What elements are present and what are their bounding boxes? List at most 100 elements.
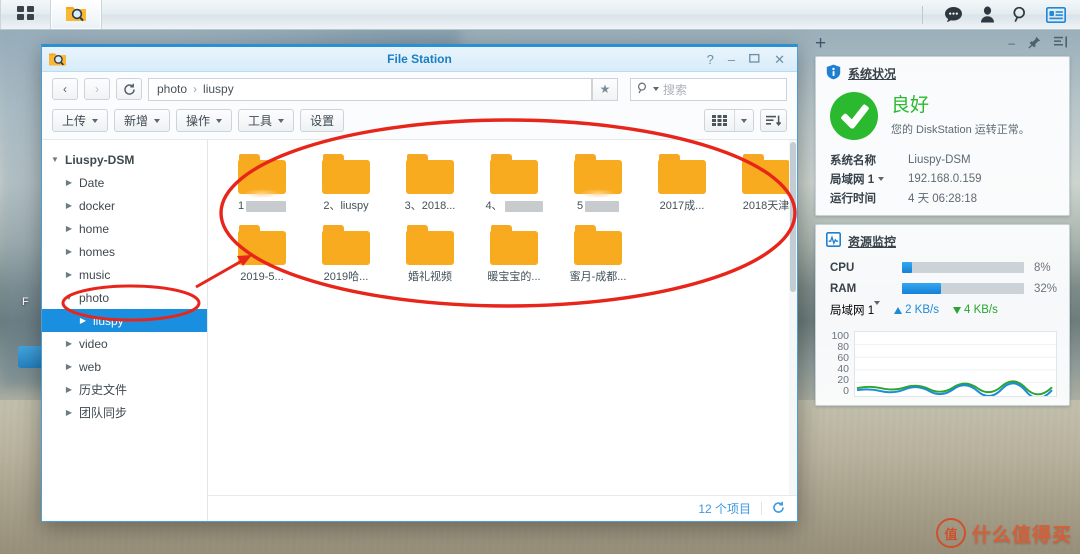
refresh-icon[interactable] (772, 501, 785, 517)
breadcrumb[interactable]: photo › liuspy (148, 77, 592, 101)
minimize-button[interactable]: – (728, 53, 735, 66)
folder-item[interactable]: 2018天津 (724, 154, 797, 213)
folder-label-prefix: 5 (576, 200, 584, 212)
cpu-label: CPU (830, 261, 855, 274)
folder-label-text: 2019-5... (240, 271, 284, 283)
taskbar (0, 0, 1080, 30)
folder-item[interactable]: 2、liuspy (304, 154, 388, 213)
chevron-right-icon[interactable]: ▶ (78, 316, 88, 325)
help-button[interactable]: ? (707, 53, 714, 66)
folder-icon (658, 154, 706, 194)
chevron-right-icon[interactable]: ▶ (64, 178, 74, 187)
folder-item[interactable]: 2019-5... (220, 225, 304, 284)
folder-item[interactable]: 蜜月-成都... (556, 225, 640, 284)
forward-button[interactable]: › (84, 78, 110, 100)
chevron-right-icon[interactable]: ▶ (64, 385, 74, 394)
watermark-text: 什么值得买 (971, 524, 1072, 546)
tree-node-photo[interactable]: ▼ photo (42, 286, 207, 309)
taskbar-file-station-button[interactable] (51, 0, 102, 29)
upload-rate: 2 KB/s (894, 304, 939, 316)
system-health-text: 良好 您的 DiskStation 运转正常。 (891, 95, 1030, 137)
folder-label: 暖宝宝的... (487, 270, 540, 284)
tree-node-label: liuspy (93, 313, 124, 328)
system-info-key[interactable]: 局域网 1 (830, 171, 908, 187)
folder-item[interactable]: 1 (220, 154, 304, 213)
view-dropdown-icon[interactable] (735, 110, 753, 131)
resource-monitor-label[interactable]: 资源监控 (848, 233, 896, 250)
grid-menu-icon (16, 5, 36, 24)
chevron-right-icon[interactable]: ▶ (64, 201, 74, 210)
upload-button[interactable]: 上传 (52, 109, 109, 132)
search-input[interactable]: 搜索 (630, 77, 787, 101)
settings-button[interactable]: 设置 (300, 109, 345, 132)
tree-node-docker[interactable]: ▶ docker (42, 194, 207, 217)
tree-node-历史文件[interactable]: ▶ 历史文件 (42, 378, 207, 401)
widget-panel-controls: – (1008, 36, 1068, 51)
pin-icon[interactable] (1028, 36, 1041, 51)
window-titlebar[interactable]: File Station ? – ✕ (42, 47, 797, 72)
breadcrumb-item-liuspy[interactable]: liuspy (203, 82, 234, 96)
action-button[interactable]: 操作 (176, 109, 233, 132)
folder-icon (322, 154, 370, 194)
folder-item[interactable]: 5 (556, 154, 640, 213)
tools-button[interactable]: 工具 (238, 109, 295, 132)
chart-y-axis: 100 80 60 40 20 0 (824, 331, 854, 397)
person-icon[interactable] (980, 6, 995, 23)
network-row: 局域网 1 2 KB/s 4 KB/s (830, 299, 1059, 321)
new-button[interactable]: 新增 (114, 109, 171, 132)
search-dropdown-icon[interactable] (653, 87, 659, 91)
tree-node-home[interactable]: ▶ home (42, 217, 207, 240)
folder-item[interactable]: 3、2018... (388, 154, 472, 213)
chevron-down-icon[interactable]: ▼ (64, 293, 74, 302)
sort-icon[interactable] (760, 109, 787, 132)
chevron-right-icon[interactable]: ▶ (64, 339, 74, 348)
chevron-right-icon[interactable]: ▶ (64, 270, 74, 279)
content-scrollbar[interactable] (789, 140, 797, 495)
chevron-right-icon[interactable]: ▶ (64, 362, 74, 371)
widget-minimize-button[interactable]: – (1008, 37, 1015, 49)
taskbar-main-menu-button[interactable] (0, 0, 51, 29)
tree-node-liuspy[interactable]: ▶ liuspy (42, 309, 207, 332)
tree-node-homes[interactable]: ▶ homes (42, 240, 207, 263)
add-widget-button[interactable]: + (815, 34, 826, 53)
tree-node-music[interactable]: ▶ music (42, 263, 207, 286)
chevron-down-icon[interactable]: ▼ (50, 155, 60, 164)
widget-panel-icon[interactable] (1046, 6, 1066, 23)
folder-item[interactable]: 2017成... (640, 154, 724, 213)
chevron-down-icon (878, 176, 885, 181)
network-label-group[interactable]: 局域网 1 (830, 301, 881, 318)
ram-bar-fill (902, 283, 942, 294)
chevron-down-icon (92, 118, 99, 123)
star-icon[interactable]: ★ (592, 77, 618, 101)
chevron-right-icon[interactable]: ▶ (64, 247, 74, 256)
search-icon[interactable] (1012, 6, 1029, 23)
tree-node-团队同步[interactable]: ▶ 团队同步 (42, 401, 207, 424)
chevron-right-icon[interactable]: ▶ (64, 408, 74, 417)
breadcrumb-item-photo[interactable]: photo (157, 82, 187, 96)
close-button[interactable]: ✕ (774, 53, 785, 66)
chevron-right-icon[interactable]: ▶ (64, 224, 74, 233)
chevron-down-icon (154, 118, 161, 123)
folder-item[interactable]: 4、 (472, 154, 556, 213)
tree-node-label: 团队同步 (79, 406, 128, 420)
chat-bubble-icon[interactable] (944, 6, 963, 23)
folder-item[interactable]: 婚礼视频 (388, 225, 472, 284)
system-info-value: 4 天 06:28:18 (908, 192, 978, 205)
system-health-label[interactable]: 系统状况 (848, 65, 896, 82)
collapse-icon[interactable] (1054, 36, 1068, 50)
folder-item[interactable]: 暖宝宝的... (472, 225, 556, 284)
tree-node-video[interactable]: ▶ video (42, 332, 207, 355)
tree-node-Liuspy-DSM[interactable]: ▼ Liuspy-DSM (42, 148, 207, 171)
grid-view-icon[interactable] (705, 110, 735, 131)
file-list-area[interactable]: 1 2、liuspy 3、2018... 4、 5 2017成... 2018天津 2019-… (208, 140, 797, 521)
scrollbar-thumb[interactable] (790, 142, 796, 292)
refresh-button[interactable] (116, 78, 142, 100)
folder-item[interactable]: 2019哈... (304, 225, 388, 284)
taskbar-spacer (102, 0, 922, 29)
maximize-button[interactable] (749, 53, 760, 66)
tree-node-web[interactable]: ▶ web (42, 355, 207, 378)
widget-panel-header: + – (805, 30, 1080, 56)
tree-node-Date[interactable]: ▶ Date (42, 171, 207, 194)
back-button[interactable]: ‹ (52, 78, 78, 100)
window-title: File Station (387, 52, 452, 66)
